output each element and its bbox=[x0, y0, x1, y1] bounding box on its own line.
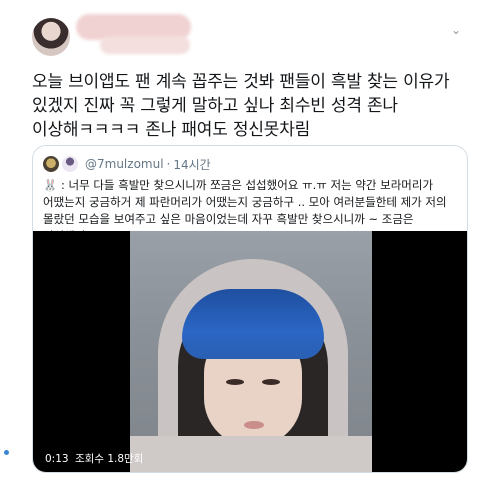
eye bbox=[226, 379, 244, 385]
avatar bbox=[62, 156, 78, 172]
redacted-handle bbox=[100, 36, 190, 54]
eye bbox=[262, 379, 280, 385]
indicator-dot bbox=[4, 450, 9, 455]
tweet-text: 오늘 브이앱도 팬 계속 꼽주는 것봐 팬들이 흑발 찾는 이유가 있겠지 진짜… bbox=[32, 72, 450, 140]
quoted-tweet-header: @7mulzomul · 14시간 bbox=[43, 155, 211, 173]
chevron-down-icon[interactable]: ⌄ bbox=[448, 22, 464, 38]
mouth bbox=[244, 421, 264, 429]
video-timestamp: 0:13 bbox=[45, 453, 69, 465]
quoted-time[interactable]: 14시간 bbox=[173, 156, 210, 173]
tweet-card: ⌄ 오늘 브이앱도 팬 계속 꼽주는 것봐 팬들이 흑발 찾는 이유가 있겠지 … bbox=[0, 0, 480, 480]
video-frame bbox=[130, 231, 372, 472]
quoted-handle[interactable]: @7mulzomul bbox=[85, 157, 164, 171]
avatar[interactable] bbox=[32, 18, 70, 56]
shirt bbox=[130, 436, 372, 472]
avatar bbox=[43, 156, 59, 172]
quoted-tweet[interactable]: @7mulzomul · 14시간 🐰 : 너무 다들 흑발만 찾으시니까 쪼금… bbox=[32, 145, 468, 473]
separator-dot: · bbox=[166, 157, 171, 171]
video-view-count: 조회수 1.8만회 bbox=[75, 453, 144, 465]
hair bbox=[182, 289, 324, 359]
video-player[interactable]: 0:13 조회수 1.8만회 bbox=[33, 231, 467, 472]
